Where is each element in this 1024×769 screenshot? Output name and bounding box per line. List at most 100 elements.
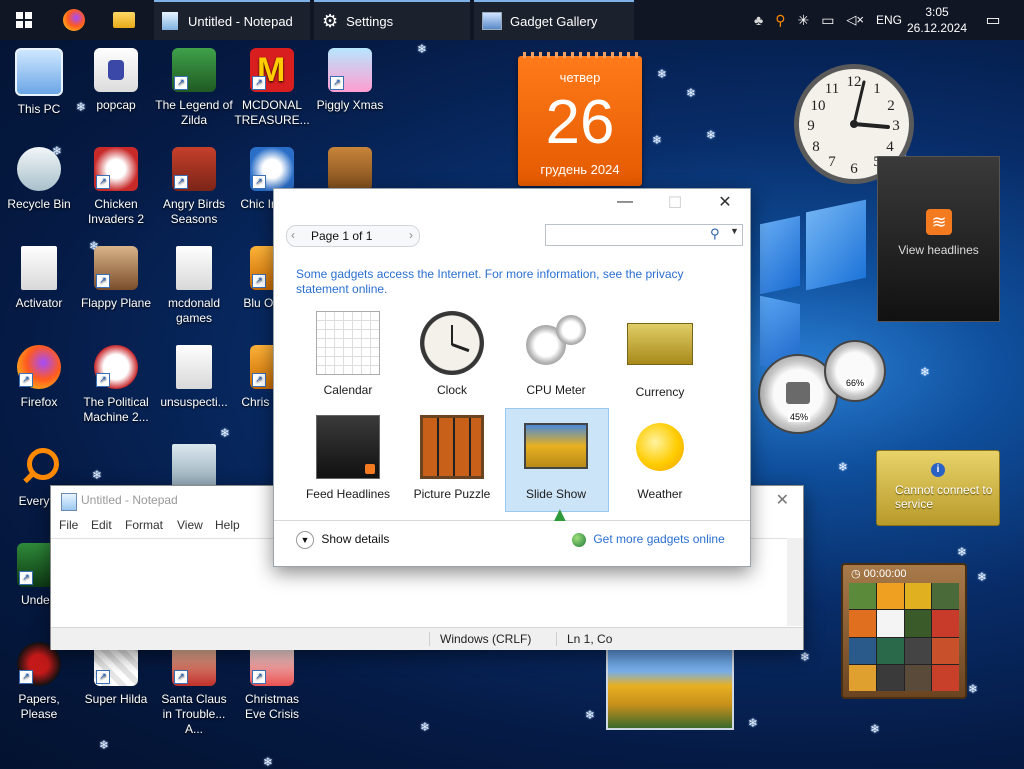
- snowflake-icon: ❄: [420, 720, 431, 734]
- puzzle-grid[interactable]: [849, 583, 959, 691]
- snowflake-icon: ❄: [263, 755, 274, 769]
- svg-text:1: 1: [873, 81, 881, 97]
- gadget-cpu-meter[interactable]: CPU Meter: [508, 311, 604, 397]
- game-icon: ↗: [172, 48, 216, 92]
- desktop-icon-political-machine[interactable]: ↗ The Political Machine 2...: [77, 345, 155, 425]
- vertical-scrollbar[interactable]: [787, 538, 803, 626]
- calendar-gadget[interactable]: четвер 26 грудень 2024: [518, 52, 642, 186]
- clock-tray[interactable]: 3:05 26.12.2024: [907, 0, 967, 40]
- maximize-icon: ☐: [667, 195, 683, 212]
- taskbar-file-explorer[interactable]: [100, 0, 148, 40]
- taskbar-gadget-gallery[interactable]: Gadget Gallery: [474, 0, 634, 40]
- gadget-gallery-window[interactable]: — ☐ ✕ ‹ Page 1 of 1 › ⚲ ▼ Some gadgets a…: [273, 188, 751, 567]
- search-input[interactable]: [548, 226, 710, 244]
- desktop-icon-angry-birds[interactable]: ↗ Angry Birds Seasons: [155, 147, 233, 227]
- menu-edit[interactable]: Edit: [91, 518, 112, 532]
- gadget-label: Weather: [637, 487, 683, 501]
- status-encoding: Windows (CRLF): [429, 632, 531, 646]
- calendar-month-year: грудень 2024: [540, 162, 620, 177]
- cpu-meter-icon: [524, 311, 588, 375]
- shortcut-icon: [94, 48, 138, 92]
- volume-muted-icon[interactable]: ◁×: [846, 12, 864, 28]
- desktop-icon-recycle-bin[interactable]: Recycle Bin: [0, 147, 78, 212]
- cpu-meter-gadget[interactable]: 45% 66%: [758, 340, 886, 434]
- chevron-down-icon[interactable]: ▼: [730, 226, 739, 236]
- taskbar-settings-label: Settings: [346, 13, 394, 29]
- desktop-icon-christmas-eve[interactable]: ↗ Christmas Eve Crisis: [233, 642, 311, 722]
- close-icon[interactable]: ✕: [776, 490, 789, 510]
- puzzle-timer: 00:00:00: [863, 568, 907, 580]
- gadget-clock[interactable]: Clock: [404, 311, 500, 397]
- gadget-label: Calendar: [323, 383, 373, 397]
- desktop-icon-zilda[interactable]: ↗ The Legend of Zilda: [155, 48, 233, 128]
- minimize-icon[interactable]: —: [600, 193, 650, 211]
- status-position: Ln 1, Co: [556, 632, 612, 646]
- desktop-icon-flappy-plane[interactable]: ↗ Flappy Plane: [77, 246, 155, 311]
- angry-birds-icon: ↗: [172, 147, 216, 191]
- taskbar-firefox[interactable]: [50, 0, 98, 40]
- show-details-toggle[interactable]: ▼ Show details: [296, 531, 389, 549]
- desktop-icon-activator[interactable]: Activator: [0, 246, 78, 311]
- svg-text:11: 11: [825, 81, 839, 97]
- start-button[interactable]: [0, 0, 48, 40]
- previous-page-icon[interactable]: ‹: [291, 228, 295, 242]
- desktop-icon-popcap[interactable]: popcap: [77, 48, 155, 113]
- snowflake-icon: ❄: [838, 460, 849, 474]
- get-more-gadgets-link[interactable]: Get more gadgets online: [572, 532, 725, 547]
- gadget-currency[interactable]: Currency: [612, 311, 708, 399]
- menu-format[interactable]: Format: [125, 518, 165, 532]
- gadget-slide-show[interactable]: Slide Show: [508, 415, 604, 501]
- desktop-icon-papers-please[interactable]: ↗ Papers, Please: [0, 642, 78, 722]
- desktop-icon-this-pc[interactable]: This PC: [0, 48, 78, 117]
- notepad-icon: [162, 12, 178, 30]
- desktop-icon-super-hilda[interactable]: ↗ Super Hilda: [77, 642, 155, 707]
- language-indicator[interactable]: ENG: [876, 13, 902, 27]
- gadget-feed-headlines[interactable]: Feed Headlines: [300, 415, 396, 501]
- notification-center-icon[interactable]: ▭: [978, 0, 1008, 40]
- snowflake-icon: ❄: [706, 128, 717, 142]
- taskbar-notepad[interactable]: Untitled - Notepad: [154, 0, 310, 40]
- rss-view-headlines[interactable]: View headlines: [878, 243, 999, 257]
- next-page-icon[interactable]: ›: [409, 228, 413, 242]
- network-warning-icon[interactable]: ♣: [754, 12, 763, 28]
- cpu-value: 45%: [788, 412, 811, 422]
- gadget-weather[interactable]: Weather: [612, 415, 708, 501]
- desktop-icon-mcdonal[interactable]: M ↗ MCDONAL TREASURE...: [233, 48, 311, 128]
- calendar-day: 26: [545, 88, 615, 157]
- desktop-icon-unsuspecti[interactable]: unsuspecti...: [155, 345, 233, 410]
- memory-gauge-icon: 66%: [824, 340, 886, 402]
- get-more-label: Get more gadgets online: [593, 532, 725, 546]
- sun-icon: [636, 423, 684, 471]
- chicken-icon: ↗: [250, 147, 294, 191]
- taskbar-settings[interactable]: ⚙ Settings: [314, 0, 470, 40]
- close-icon[interactable]: ✕: [700, 192, 750, 212]
- file-icon: [176, 345, 212, 389]
- search-box[interactable]: ⚲ ▼: [545, 224, 743, 246]
- menu-help[interactable]: Help: [215, 518, 240, 532]
- desktop-icon-firefox[interactable]: ↗ Firefox: [0, 345, 78, 410]
- puzzle-header: ◷ 00:00:00: [847, 567, 959, 581]
- gadget-picture-puzzle[interactable]: Picture Puzzle: [404, 415, 500, 501]
- menu-file[interactable]: File: [59, 518, 78, 532]
- desktop-icon-piggly[interactable]: ↗ Piggly Xmas: [311, 48, 389, 113]
- display-icon[interactable]: ▭: [821, 12, 834, 29]
- desktop-icon-label: Firefox: [20, 395, 58, 409]
- menu-view[interactable]: View: [177, 518, 203, 532]
- currency-gadget[interactable]: i Cannot connect to service: [876, 450, 1000, 526]
- picture-puzzle-gadget[interactable]: ◷ 00:00:00: [841, 563, 967, 699]
- desktop-icon-mcdonald-games[interactable]: mcdonald games: [155, 246, 233, 326]
- search-icon[interactable]: ⚲: [710, 226, 720, 242]
- feed-headlines-icon: [316, 415, 380, 479]
- mcdonalds-icon: M ↗: [250, 48, 294, 92]
- window-controls: — ☐ ✕: [600, 189, 750, 219]
- gadget-calendar[interactable]: Calendar: [300, 311, 396, 397]
- game-icon: [172, 444, 216, 488]
- firefox-icon: ↗: [17, 345, 61, 389]
- privacy-notice[interactable]: Some gadgets access the Internet. For mo…: [296, 267, 716, 297]
- feed-headlines-gadget[interactable]: ≋ View headlines: [877, 156, 1000, 322]
- snowflake-tray-icon[interactable]: ✳: [797, 12, 809, 29]
- search-everything-icon[interactable]: ⚲: [775, 12, 785, 29]
- desktop-icon-santa-claus[interactable]: ↗ Santa Claus in Trouble... A...: [155, 642, 233, 737]
- snowflake-icon: ❄: [686, 86, 697, 100]
- desktop-icon-chicken-invaders[interactable]: ↗ Chicken Invaders 2: [77, 147, 155, 227]
